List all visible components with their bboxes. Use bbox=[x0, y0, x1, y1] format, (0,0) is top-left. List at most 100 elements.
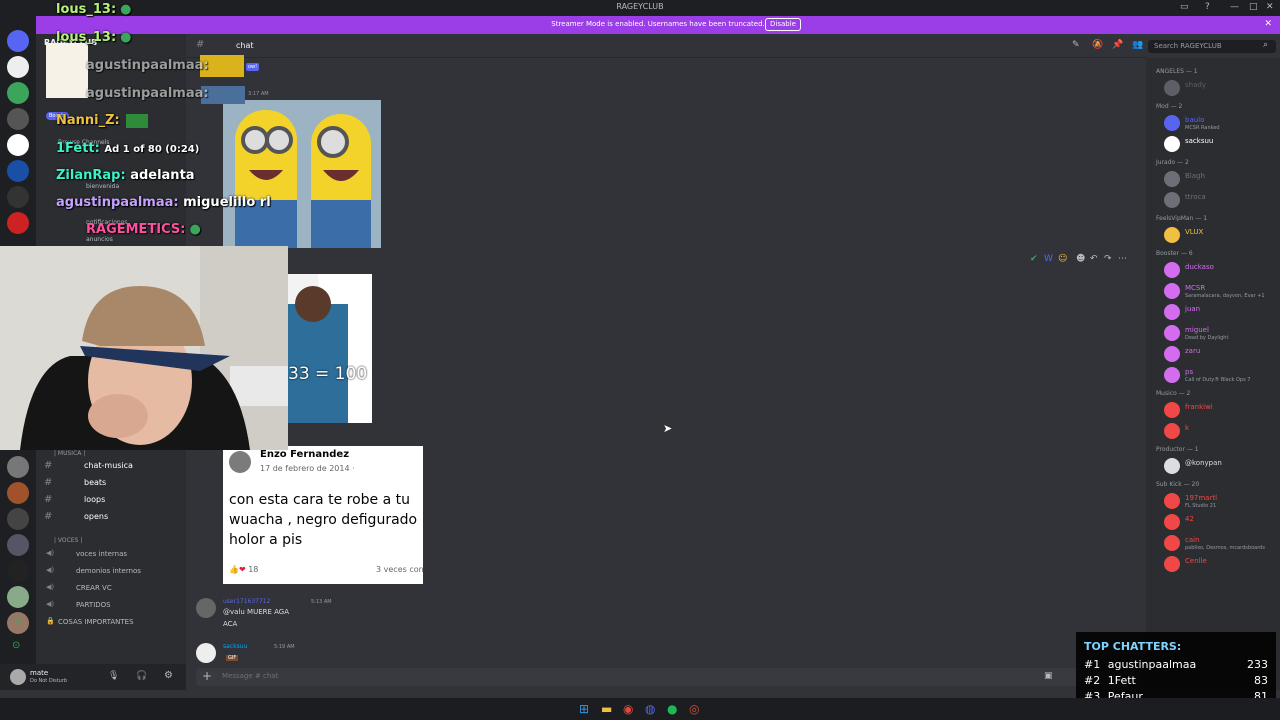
member-row[interactable]: 197martl FL Studio 21 bbox=[1154, 491, 1278, 511]
voice-channel[interactable]: ◀) voces internas bbox=[36, 547, 186, 563]
avatar[interactable] bbox=[196, 643, 216, 663]
server-icon[interactable] bbox=[7, 586, 29, 608]
channel-chat-musica[interactable]: # chat-musica bbox=[36, 458, 186, 474]
disable-button[interactable]: Disable bbox=[765, 18, 801, 31]
member-row[interactable]: VLUX bbox=[1154, 225, 1278, 245]
server-icon[interactable] bbox=[7, 560, 29, 582]
server-icon[interactable] bbox=[7, 212, 29, 234]
server-icon[interactable] bbox=[7, 508, 29, 530]
voice-channel[interactable]: ◀) demonios internos bbox=[36, 564, 186, 580]
minimize-button[interactable]: — bbox=[1230, 2, 1239, 12]
search-input[interactable]: Search RAGEYCLUB bbox=[1148, 40, 1276, 53]
member-category: Productor — 1 bbox=[1156, 446, 1199, 453]
inbox-icon[interactable]: ▭ bbox=[1180, 2, 1189, 12]
message-author[interactable]: sacksuu bbox=[223, 643, 247, 650]
member-row[interactable]: 42 bbox=[1154, 512, 1278, 532]
member-row[interactable]: duckaso bbox=[1154, 260, 1278, 280]
add-server-icon[interactable]: + bbox=[13, 614, 23, 628]
message-author[interactable]: user171637712 bbox=[223, 598, 270, 605]
member-row[interactable]: Blagh bbox=[1154, 169, 1278, 189]
help-icon[interactable]: ? bbox=[1205, 2, 1210, 12]
member-row[interactable]: shady bbox=[1154, 78, 1278, 98]
member-row[interactable]: MCSR Saramalacara, dayvon, Evar +1 bbox=[1154, 281, 1278, 301]
voice-channel[interactable]: ◀) CREAR VC bbox=[36, 581, 186, 597]
discord-icon[interactable]: ◍ bbox=[645, 702, 655, 716]
message-input[interactable]: + Message # chat ▣ bbox=[196, 668, 1140, 686]
overlay-line: agustinpaalmaa: bbox=[86, 58, 209, 73]
server-icon[interactable] bbox=[7, 56, 29, 78]
avatar[interactable] bbox=[196, 598, 216, 618]
voice-channel[interactable]: 🔒 COSAS IMPORTANTES bbox=[36, 615, 186, 631]
server-icon[interactable] bbox=[7, 30, 29, 52]
member-category: Mod — 2 bbox=[1156, 103, 1183, 110]
member-row[interactable]: Cenlle bbox=[1154, 554, 1278, 574]
maximize-button[interactable]: □ bbox=[1249, 2, 1258, 12]
channel-label: beats bbox=[84, 478, 107, 487]
gif-badge[interactable]: GIF bbox=[226, 655, 239, 661]
headphones-icon[interactable]: 🎧 bbox=[136, 671, 147, 681]
members-icon[interactable]: 👥 bbox=[1132, 40, 1143, 50]
message-placeholder: Message # chat bbox=[222, 672, 279, 680]
chatter-name: 1Fett bbox=[1107, 674, 1136, 687]
server-icon[interactable] bbox=[7, 482, 29, 504]
notifications-icon[interactable]: 🔕 bbox=[1092, 40, 1103, 50]
category-musica[interactable]: | MUSICA | bbox=[54, 450, 85, 457]
member-row[interactable]: cain pablixo, Desmos, mcardsboards bbox=[1154, 533, 1278, 553]
speaker-icon: ◀) bbox=[46, 566, 55, 574]
member-row[interactable]: miguel Dead by Daylight bbox=[1154, 323, 1278, 343]
file-explorer-icon[interactable]: ▬ bbox=[601, 702, 612, 716]
chatter-count: 83 bbox=[1254, 674, 1268, 687]
avatar[interactable] bbox=[10, 669, 26, 685]
discover-icon[interactable]: ⊙ bbox=[12, 640, 24, 652]
server-icon[interactable] bbox=[7, 456, 29, 478]
member-name: Blagh bbox=[1185, 172, 1205, 180]
close-window-button[interactable]: ✕ bbox=[1266, 2, 1274, 12]
w-emoji-icon[interactable]: W bbox=[1044, 254, 1053, 264]
category-voces[interactable]: | VOCES | bbox=[54, 537, 82, 544]
server-icon[interactable] bbox=[7, 534, 29, 556]
member-row[interactable]: sacksuu bbox=[1154, 134, 1278, 154]
server-icon[interactable] bbox=[7, 160, 29, 182]
overlay-text: Ad 1 of 80 (0:24) bbox=[104, 144, 200, 155]
facebook-post-image[interactable]: Enzo Fernandez 17 de febrero de 2014 · c… bbox=[223, 446, 424, 584]
add-reaction-icon[interactable]: ☻ bbox=[1076, 254, 1085, 264]
member-row[interactable]: zaru bbox=[1154, 344, 1278, 364]
member-row[interactable]: ps Call of Duty® Black Ops 7 bbox=[1154, 365, 1278, 385]
member-row[interactable]: k bbox=[1154, 421, 1278, 441]
forward-icon[interactable]: ↷ bbox=[1104, 254, 1112, 264]
channel-label: CREAR VC bbox=[76, 584, 112, 592]
reply-icon[interactable]: ↶ bbox=[1090, 254, 1098, 264]
server-icon[interactable] bbox=[7, 134, 29, 156]
member-row[interactable]: @konypan bbox=[1154, 456, 1278, 476]
member-category: Musico — 2 bbox=[1156, 390, 1191, 397]
more-icon[interactable]: ⋯ bbox=[1118, 254, 1127, 264]
channel-loops[interactable]: # loops bbox=[36, 492, 186, 508]
pin-icon[interactable]: 📌 bbox=[1112, 40, 1123, 50]
threads-icon[interactable]: ✎ bbox=[1072, 40, 1080, 50]
voice-channel[interactable]: ◀) PARTIDOS bbox=[36, 598, 186, 614]
gear-icon[interactable]: ⚙ bbox=[164, 670, 173, 681]
spotify-icon[interactable]: ● bbox=[667, 702, 677, 716]
member-activity: pablixo, Desmos, mcardsboards bbox=[1185, 545, 1265, 551]
mic-icon[interactable]: 🎙 bbox=[108, 671, 119, 681]
member-row[interactable]: baulo MCSR Ranked bbox=[1154, 113, 1278, 133]
channel-beats[interactable]: # beats bbox=[36, 475, 186, 491]
server-icon[interactable] bbox=[7, 186, 29, 208]
member-row[interactable]: ttroca bbox=[1154, 190, 1278, 210]
server-icon[interactable] bbox=[7, 82, 29, 104]
add-attachment-icon[interactable]: + bbox=[202, 669, 212, 683]
face-emoji-icon[interactable]: ☺ bbox=[1058, 254, 1067, 264]
overlay-line: RAGEMETICS: ● bbox=[86, 222, 201, 237]
close-icon[interactable]: ✕ bbox=[1264, 19, 1272, 29]
member-row[interactable]: juan bbox=[1154, 302, 1278, 322]
member-row[interactable]: frankiwi bbox=[1154, 400, 1278, 420]
server-icon[interactable] bbox=[7, 108, 29, 130]
channel-opens[interactable]: # opens bbox=[36, 509, 186, 525]
meme-image[interactable]: 33 = 100 bbox=[288, 274, 372, 423]
gift-icon[interactable]: ▣ bbox=[1044, 671, 1053, 681]
start-icon[interactable]: ⊞ bbox=[579, 702, 589, 716]
chrome-icon[interactable]: ◉ bbox=[623, 702, 633, 716]
overlay-user: ZilanRap: bbox=[56, 168, 126, 183]
check-icon[interactable]: ✔ bbox=[1030, 254, 1038, 264]
app-icon[interactable]: ◎ bbox=[689, 702, 699, 716]
